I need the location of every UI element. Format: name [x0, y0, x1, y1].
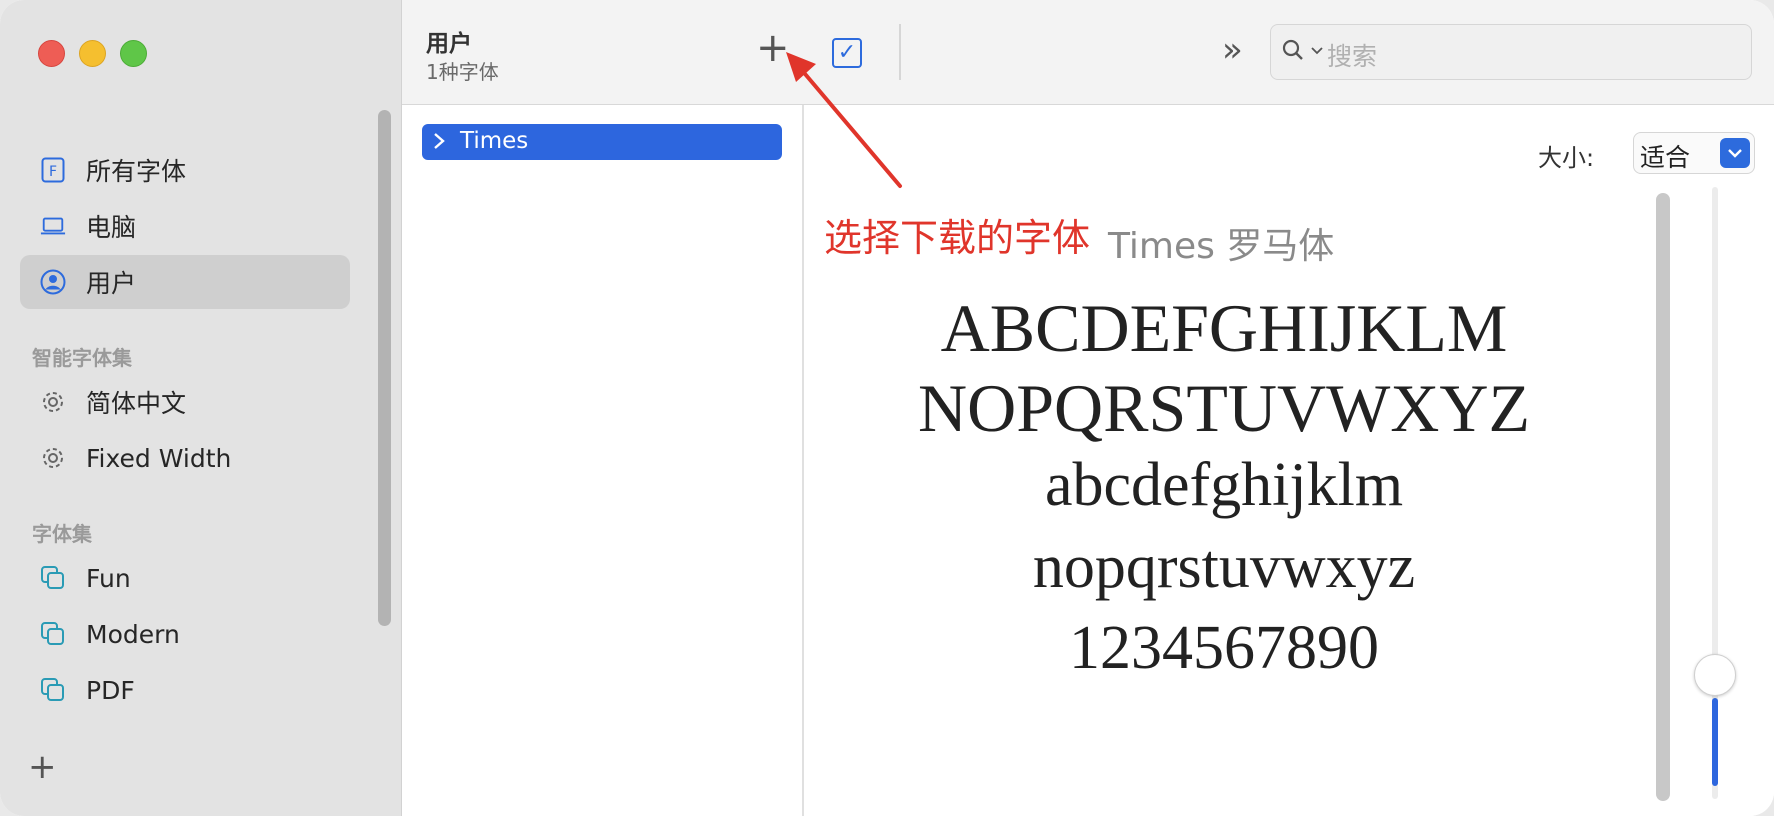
- sidebar-item-label: 简体中文: [86, 389, 187, 418]
- maximize-window-button[interactable]: [120, 40, 147, 67]
- sidebar-item-fixed-width[interactable]: Fixed Width: [20, 431, 350, 485]
- sidebar-item-all-fonts[interactable]: F 所有字体: [20, 143, 350, 197]
- search-placeholder: 搜索: [1327, 42, 1378, 71]
- collection-icon: [40, 677, 66, 703]
- sidebar-item-computer[interactable]: 电脑: [20, 199, 350, 253]
- sidebar-item-label: 电脑: [86, 213, 137, 242]
- search-icon: [1281, 38, 1305, 68]
- laptop-icon: [40, 213, 66, 239]
- font-book-window: F 所有字体 电脑 用户 智能字体集 简体中文 Fixed Width 字体集 …: [0, 0, 1774, 816]
- smart-collections-heading: 智能字体集: [32, 346, 132, 370]
- font-list-row[interactable]: Times: [422, 124, 782, 160]
- more-toolbar-button[interactable]: »: [1222, 30, 1243, 70]
- toolbar-divider: [899, 24, 901, 80]
- sidebar-item-fun[interactable]: Fun: [20, 551, 350, 605]
- font-list: Times: [402, 105, 804, 816]
- sample-lowercase-1: abcdefghijklm: [1044, 451, 1404, 519]
- sample-uppercase-1: ABCDEFGHIJKLM: [940, 290, 1508, 366]
- preview-font-name: Times 罗马体: [1108, 226, 1335, 267]
- sidebar-item-pdf[interactable]: PDF: [20, 663, 350, 717]
- sidebar-scrollbar[interactable]: [378, 110, 391, 626]
- sidebar: F 所有字体 电脑 用户 智能字体集 简体中文 Fixed Width 字体集 …: [0, 0, 402, 816]
- validate-fonts-button[interactable]: ✓: [832, 38, 862, 68]
- sidebar-item-user[interactable]: 用户: [20, 255, 350, 309]
- sample-uppercase-2: NOPQRSTUVWXYZ: [918, 370, 1530, 446]
- size-slider-knob[interactable]: [1694, 654, 1736, 696]
- sidebar-item-label: 用户: [86, 269, 137, 298]
- collection-icon: [40, 565, 66, 591]
- sidebar-item-simplified-chinese[interactable]: 简体中文: [20, 375, 350, 429]
- preview-scrollbar[interactable]: [1656, 193, 1670, 801]
- size-label: 大小:: [1538, 144, 1595, 172]
- chevron-right-icon: [432, 128, 446, 157]
- font-count: 1种字体: [426, 60, 499, 84]
- chevron-down-icon: [1720, 138, 1750, 168]
- toolbar: 用户 1种字体 + ✓ » 搜索: [402, 0, 1774, 105]
- sample-digits: 1234567890: [1069, 614, 1379, 682]
- font-family-name: Times: [460, 128, 529, 154]
- add-font-button[interactable]: +: [756, 28, 790, 68]
- sample-lowercase-2: nopqrstuvwxyz: [1032, 533, 1416, 601]
- collections-heading: 字体集: [32, 522, 92, 546]
- sidebar-item-label: Modern: [86, 619, 180, 649]
- minimize-window-button[interactable]: [79, 40, 106, 67]
- search-field[interactable]: 搜索: [1270, 24, 1752, 80]
- user-icon: [40, 269, 66, 295]
- font-book-icon: F: [40, 157, 66, 183]
- sidebar-item-modern[interactable]: Modern: [20, 607, 350, 661]
- sidebar-item-label: Fixed Width: [86, 443, 232, 473]
- svg-text:F: F: [49, 164, 57, 180]
- gear-icon: [40, 389, 66, 415]
- gear-icon: [40, 445, 66, 471]
- page-title: 用户: [426, 31, 472, 57]
- collection-icon: [40, 621, 66, 647]
- sidebar-item-label: 所有字体: [86, 157, 187, 186]
- chevron-down-icon: [1311, 43, 1323, 59]
- annotation-text: 选择下载的字体: [824, 216, 1091, 260]
- size-slider-fill: [1712, 698, 1718, 786]
- add-collection-button[interactable]: +: [28, 750, 57, 784]
- sidebar-item-label: PDF: [86, 675, 135, 705]
- size-select[interactable]: 适合: [1633, 132, 1755, 174]
- size-value: 适合: [1640, 143, 1691, 172]
- close-window-button[interactable]: [38, 40, 65, 67]
- sidebar-item-label: Fun: [86, 563, 131, 593]
